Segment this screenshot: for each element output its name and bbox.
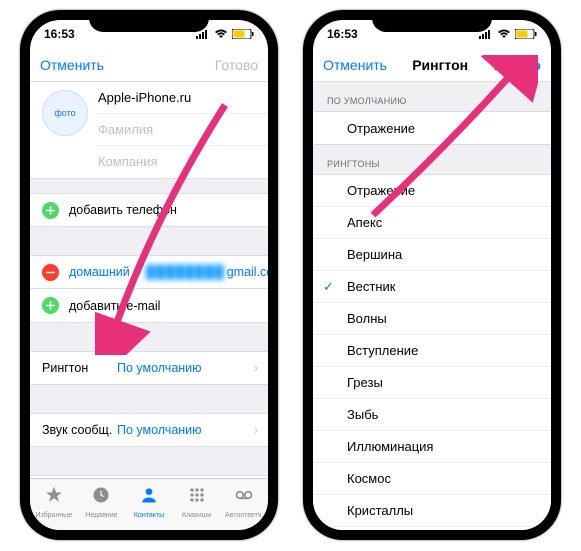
cancel-button[interactable]: Отменить — [323, 57, 387, 73]
phone-mockup-right: 16:53 Отменить Рингтон Готово ПО УМОЛЧАН… — [303, 10, 561, 540]
ringtone-item[interactable]: Иллюминация — [313, 431, 551, 463]
chevron-right-icon: › — [254, 361, 258, 375]
ringtone-item[interactable]: Космос — [313, 463, 551, 495]
item-label: Вершина — [347, 247, 402, 262]
texttone-label: Звук сообщ. — [42, 423, 117, 437]
voicemail-icon — [234, 485, 254, 510]
wifi-icon — [497, 29, 511, 39]
add-phone-row[interactable]: добавить телефон — [30, 193, 268, 227]
tab-voicemail[interactable]: Автоответч. — [220, 479, 268, 524]
item-label: Вступление — [347, 343, 418, 358]
ringtone-item[interactable]: Вершина — [313, 239, 551, 271]
tab-label: Контакты — [134, 512, 164, 519]
nav-bar: Отменить Готово — [30, 48, 268, 82]
add-email-row[interactable]: добавить e-mail — [30, 289, 268, 323]
item-label: Иллюминация — [347, 439, 433, 454]
add-url-row[interactable]: добавить url — [30, 475, 268, 478]
tab-recents[interactable]: Недавние — [78, 479, 126, 524]
cancel-button[interactable]: Отменить — [40, 57, 104, 73]
email-row[interactable]: домашний › ████████ gmail.com — [30, 255, 268, 289]
item-label: Вестник — [347, 279, 395, 294]
item-label: Зыбь — [347, 407, 378, 422]
tab-keypad[interactable]: Клавиши — [173, 479, 221, 524]
contact-editor: фото Apple-iPhone.ru Фамилия Компания до… — [30, 82, 268, 478]
ringtone-value: По умолчанию — [117, 361, 202, 375]
screen-left: 16:53 Отменить Готово фото Apple-iPhone.… — [30, 20, 268, 530]
tab-label: Клавиши — [182, 512, 211, 519]
tab-label: Автоответч. — [225, 512, 263, 519]
item-label: Волны — [347, 311, 387, 326]
notch — [89, 10, 209, 32]
company-field[interactable]: Компания — [96, 146, 268, 178]
last-name-field[interactable]: Фамилия — [96, 114, 268, 146]
email-blurred: ████████ — [146, 265, 225, 279]
chevron-right-icon: › — [254, 423, 258, 437]
ringtone-item[interactable]: Вступление — [313, 335, 551, 367]
ringtone-item[interactable]: ✓ Вестник — [313, 271, 551, 303]
item-label: Отражение — [347, 121, 415, 136]
ringtone-item[interactable]: Маяк — [313, 527, 551, 530]
battery-icon — [515, 29, 537, 39]
chevron-right-icon: › — [138, 265, 142, 279]
ringtone-item[interactable]: Отражение — [313, 175, 551, 207]
texttone-value: По умолчанию — [117, 423, 202, 437]
tab-label: Недавние — [85, 512, 117, 519]
checkmark-icon: ✓ — [323, 279, 334, 295]
plus-icon — [42, 202, 59, 219]
ringtone-item[interactable]: Грезы — [313, 367, 551, 399]
tab-label: Избранные — [35, 512, 72, 519]
star-icon — [44, 485, 64, 510]
plus-icon — [42, 297, 59, 314]
ringtone-picker: ПО УМОЛЧАНИЮ Отражение РИНГТОНЫ Отражени… — [313, 82, 551, 530]
add-phone-label: добавить телефон — [69, 203, 177, 217]
keypad-icon — [187, 485, 207, 510]
tab-contacts[interactable]: Контакты — [125, 479, 173, 524]
ringtone-label: Рингтон — [42, 361, 117, 375]
ringtone-item[interactable]: Волны — [313, 303, 551, 335]
screen-right: 16:53 Отменить Рингтон Готово ПО УМОЛЧАН… — [313, 20, 551, 530]
texttone-row[interactable]: Звук сообщ. По умолчанию › — [30, 413, 268, 447]
done-button[interactable]: Готово — [215, 57, 258, 73]
nav-bar: Отменить Рингтон Готово — [313, 48, 551, 82]
nav-title: Рингтон — [412, 57, 468, 73]
item-label: Кристаллы — [347, 503, 413, 518]
email-suffix: gmail.com — [227, 265, 268, 279]
ringtone-item[interactable]: Апекс — [313, 207, 551, 239]
default-ringtone-item[interactable]: Отражение — [313, 112, 551, 144]
first-name-field[interactable]: Apple-iPhone.ru — [96, 82, 268, 114]
minus-icon — [42, 264, 59, 281]
notch — [372, 10, 492, 32]
battery-icon — [232, 29, 254, 39]
item-label: Апекс — [347, 215, 382, 230]
ringtone-list: Отражение Апекс Вершина ✓ Вестник Волны Вступл… — [313, 174, 551, 530]
wifi-icon — [214, 29, 228, 39]
add-photo-button[interactable]: фото — [42, 90, 88, 136]
item-label: Грезы — [347, 375, 383, 390]
item-label: Отражение — [347, 183, 415, 198]
status-time: 16:53 — [327, 27, 358, 41]
email-type-label[interactable]: домашний — [69, 265, 130, 279]
status-time: 16:53 — [44, 27, 75, 41]
tab-bar: Избранные Недавние Контакты Клавиши Авто… — [30, 478, 268, 530]
ringtone-item[interactable]: Кристаллы — [313, 495, 551, 527]
clock-icon — [91, 485, 111, 510]
item-label: Космос — [347, 471, 391, 486]
ringtone-row[interactable]: Рингтон По умолчанию › — [30, 351, 268, 385]
section-header-default: ПО УМОЛЧАНИЮ — [313, 82, 551, 111]
tab-favorites[interactable]: Избранные — [30, 479, 78, 524]
phone-mockup-left: 16:53 Отменить Готово фото Apple-iPhone.… — [20, 10, 278, 540]
ringtone-item[interactable]: Зыбь — [313, 399, 551, 431]
person-icon — [139, 485, 159, 510]
add-email-label: добавить e-mail — [69, 299, 160, 313]
section-header-ringtones: РИНГТОНЫ — [313, 145, 551, 174]
done-button[interactable]: Готово — [493, 57, 541, 73]
